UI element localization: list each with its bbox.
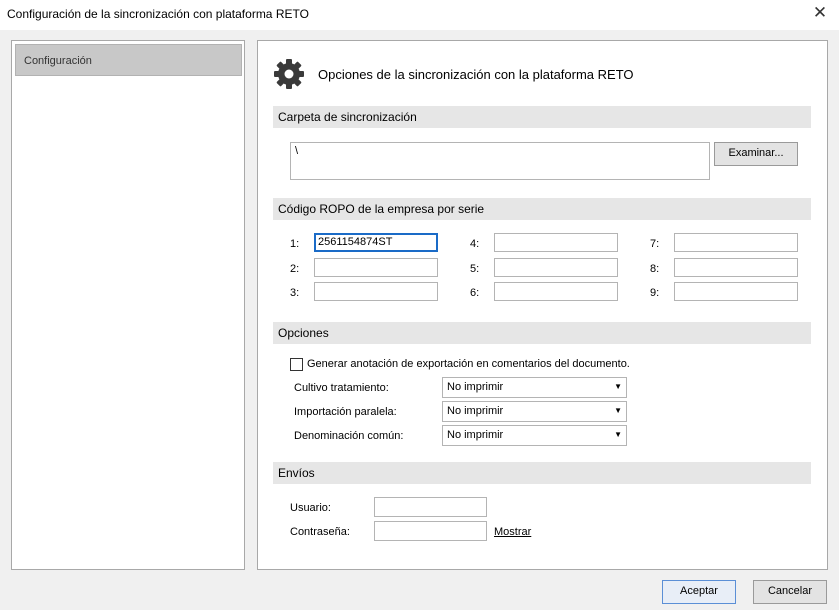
section-title: Envíos xyxy=(278,466,315,480)
ropo-field-8[interactable] xyxy=(674,258,798,277)
ropo-field-9[interactable] xyxy=(674,282,798,301)
ropo-label-4: 4: xyxy=(470,238,480,250)
ropo-label-3: 3: xyxy=(290,287,300,299)
title-bar: Configuración de la sincronización con p… xyxy=(0,0,839,30)
show-password-link[interactable]: Mostrar xyxy=(494,526,531,538)
ropo-field-5[interactable] xyxy=(494,258,618,277)
password-label: Contraseña: xyxy=(290,526,350,538)
ropo-field-7[interactable] xyxy=(674,233,798,252)
export-annotation-checkbox[interactable] xyxy=(290,358,303,371)
ropo-field-4[interactable] xyxy=(494,233,618,252)
sidebar-item-configuracion[interactable]: Configuración xyxy=(15,44,242,76)
section-envios: Envíos xyxy=(273,462,811,484)
section-ropo: Código ROPO de la empresa por serie xyxy=(273,198,811,220)
section-title: Opciones xyxy=(278,326,329,340)
chevron-down-icon: ▼ xyxy=(614,430,622,439)
accept-button[interactable]: Aceptar xyxy=(662,580,736,604)
ropo-field-6[interactable] xyxy=(494,282,618,301)
window-title: Configuración de la sincronización con p… xyxy=(7,7,309,21)
close-icon[interactable]: ✕ xyxy=(809,3,831,25)
section-sync-folder: Carpeta de sincronización xyxy=(273,106,811,128)
ropo-label-8: 8: xyxy=(650,263,660,275)
sync-folder-field[interactable]: \ xyxy=(290,142,710,180)
ropo-label-9: 9: xyxy=(650,287,660,299)
gear-icon xyxy=(274,59,304,89)
main-panel: Opciones de la sincronización con la pla… xyxy=(257,40,828,570)
importacion-select-value: No imprimir xyxy=(447,405,504,417)
ropo-field-1[interactable]: 2561154874ST xyxy=(314,233,438,252)
password-field[interactable] xyxy=(374,521,487,541)
user-field[interactable] xyxy=(374,497,487,517)
ropo-label-6: 6: xyxy=(470,287,480,299)
ropo-field-3[interactable] xyxy=(314,282,438,301)
ropo-label-5: 5: xyxy=(470,263,480,275)
ropo-label-7: 7: xyxy=(650,238,660,250)
importacion-select[interactable]: No imprimir ▼ xyxy=(442,401,627,422)
importacion-label: Importación paralela: xyxy=(294,406,397,418)
user-label: Usuario: xyxy=(290,502,331,514)
section-title: Código ROPO de la empresa por serie xyxy=(278,202,485,216)
ropo-label-1: 1: xyxy=(290,238,300,250)
chevron-down-icon: ▼ xyxy=(614,406,622,415)
section-options: Opciones xyxy=(273,322,811,344)
cultivo-select[interactable]: No imprimir ▼ xyxy=(442,377,627,398)
export-annotation-label: Generar anotación de exportación en come… xyxy=(307,358,630,370)
denominacion-select[interactable]: No imprimir ▼ xyxy=(442,425,627,446)
sidebar-item-label: Configuración xyxy=(24,55,92,67)
denominacion-label: Denominación común: xyxy=(294,430,404,442)
ropo-label-2: 2: xyxy=(290,263,300,275)
cancel-button[interactable]: Cancelar xyxy=(753,580,827,604)
section-title: Carpeta de sincronización xyxy=(278,110,417,124)
browse-button[interactable]: Examinar... xyxy=(714,142,798,166)
cultivo-select-value: No imprimir xyxy=(447,381,504,393)
page-title: Opciones de la sincronización con la pla… xyxy=(318,67,634,82)
sidebar: Configuración xyxy=(11,40,245,570)
cultivo-label: Cultivo tratamiento: xyxy=(294,382,389,394)
chevron-down-icon: ▼ xyxy=(614,382,622,391)
denominacion-select-value: No imprimir xyxy=(447,429,504,441)
ropo-field-2[interactable] xyxy=(314,258,438,277)
